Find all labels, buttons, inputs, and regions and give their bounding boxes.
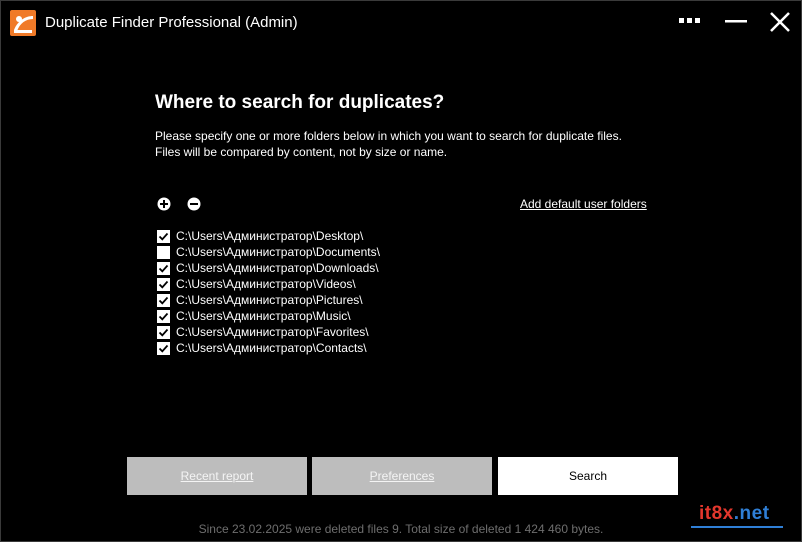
description-line-2: Files will be compared by content, not b…	[155, 145, 448, 159]
folder-checkbox[interactable]	[157, 309, 170, 323]
folder-row[interactable]: C:\Users\Администратор\Downloads\	[157, 260, 380, 276]
minimize-icon	[725, 20, 747, 23]
folder-path: C:\Users\Администратор\Videos\	[176, 277, 356, 291]
folder-row[interactable]: C:\Users\Администратор\Documents\	[157, 244, 380, 260]
add-folder-button[interactable]	[157, 197, 171, 211]
remove-folder-button[interactable]	[187, 197, 201, 211]
folder-row[interactable]: C:\Users\Администратор\Pictures\	[157, 292, 380, 308]
checkmark-icon	[158, 232, 169, 241]
description: Please specify one or more folders below…	[155, 128, 622, 160]
folder-checkbox[interactable]	[157, 245, 170, 259]
folder-row[interactable]: C:\Users\Администратор\Contacts\	[157, 340, 380, 356]
add-default-folders-link[interactable]: Add default user folders	[520, 197, 647, 211]
watermark-logo: it8x.net	[691, 503, 783, 529]
folder-row[interactable]: C:\Users\Администратор\Desktop\	[157, 228, 380, 244]
app-logo-icon	[10, 10, 36, 36]
folder-checkbox[interactable]	[157, 293, 170, 307]
folder-row[interactable]: C:\Users\Администратор\Music\	[157, 308, 380, 324]
folder-path: C:\Users\Администратор\Desktop\	[176, 229, 364, 243]
folder-path: C:\Users\Администратор\Downloads\	[176, 261, 379, 275]
status-text: Since 23.02.2025 were deleted files 9. T…	[198, 522, 604, 536]
search-button[interactable]: Search	[498, 457, 678, 495]
folder-checkbox[interactable]	[157, 229, 170, 243]
folder-checkbox[interactable]	[157, 277, 170, 291]
close-icon	[770, 12, 790, 32]
app-window: Duplicate Finder Professional (Admin) Wh…	[0, 0, 802, 542]
watermark-text-1: it8x	[699, 503, 734, 524]
close-button[interactable]	[763, 7, 797, 37]
menu-button[interactable]	[673, 7, 707, 37]
recent-report-button[interactable]: Recent report	[127, 457, 307, 495]
folder-path: C:\Users\Администратор\Pictures\	[176, 293, 363, 307]
folder-path: C:\Users\Администратор\Favorites\	[176, 325, 369, 339]
folder-path: C:\Users\Администратор\Music\	[176, 309, 351, 323]
page-heading: Where to search for duplicates?	[155, 92, 445, 113]
checkmark-icon	[158, 312, 169, 321]
folder-path: C:\Users\Администратор\Contacts\	[176, 341, 367, 355]
plus-circle-icon	[157, 197, 171, 211]
checkmark-icon	[158, 296, 169, 305]
folder-checkbox[interactable]	[157, 261, 170, 275]
folder-row[interactable]: C:\Users\Администратор\Videos\	[157, 276, 380, 292]
folder-checkbox[interactable]	[157, 341, 170, 355]
description-line-1: Please specify one or more folders below…	[155, 129, 622, 143]
more-dots-icon	[679, 18, 700, 23]
minimize-button[interactable]	[719, 7, 753, 37]
checkmark-icon	[158, 280, 169, 289]
checkmark-icon	[158, 328, 169, 337]
folder-row[interactable]: C:\Users\Администратор\Favorites\	[157, 324, 380, 340]
watermark-text-2: .net	[733, 503, 770, 524]
checkmark-icon	[158, 344, 169, 353]
window-title: Duplicate Finder Professional (Admin)	[45, 14, 298, 31]
folder-checkbox[interactable]	[157, 325, 170, 339]
folder-path: C:\Users\Администратор\Documents\	[176, 245, 380, 259]
folder-list: C:\Users\Администратор\Desktop\ C:\Users\…	[157, 228, 380, 356]
minus-circle-icon	[187, 197, 201, 211]
checkmark-icon	[158, 264, 169, 273]
preferences-button[interactable]: Preferences	[312, 457, 492, 495]
